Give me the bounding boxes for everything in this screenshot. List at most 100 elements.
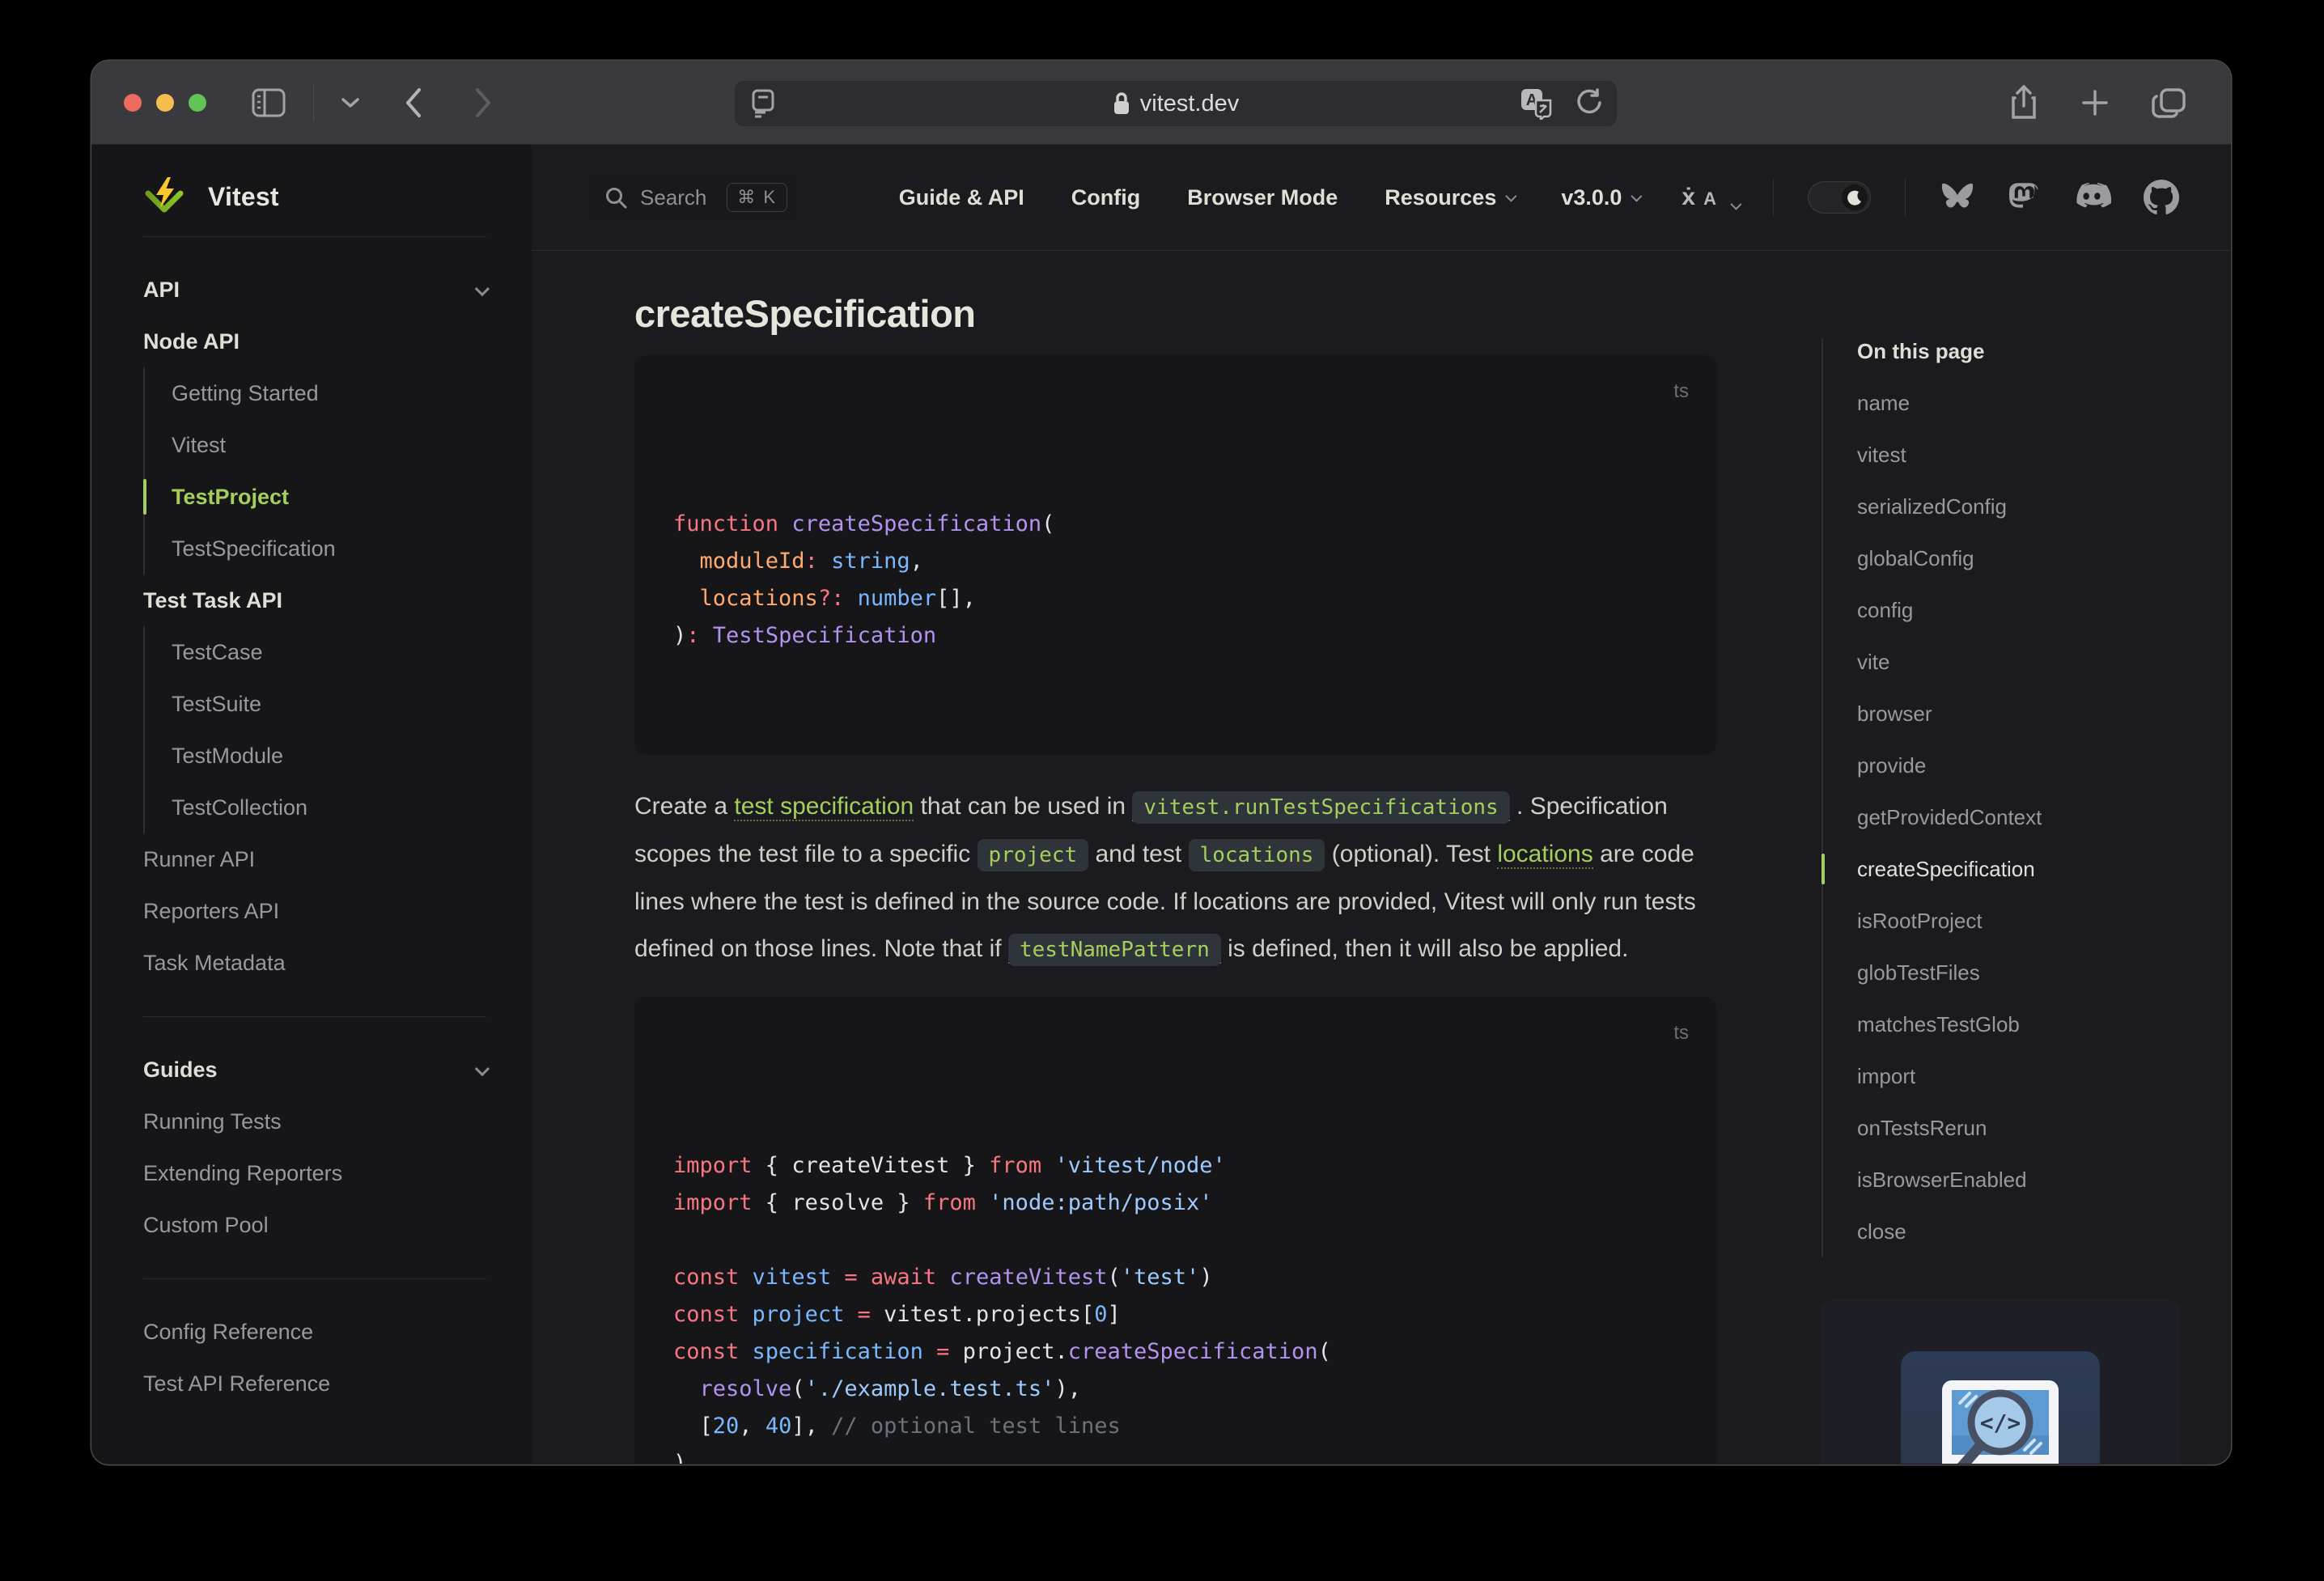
reader-view-icon[interactable] (751, 89, 775, 118)
code-block-signature: ts function createSpecification( moduleI… (634, 355, 1716, 755)
on-this-page-outline: On this page name vitest serializedConfig g… (1821, 251, 2179, 1464)
nav-link-config[interactable]: Config (1071, 185, 1140, 210)
browser-window: vitest.dev A Vitest API Node API Getting… (91, 61, 2231, 1464)
outline-item-isrootproject[interactable]: isRootProject (1857, 895, 2179, 947)
outline-item-ontestsrerun[interactable]: onTestsRerun (1857, 1102, 2179, 1154)
outline-item-import[interactable]: import (1857, 1050, 2179, 1102)
nav-link-browser-mode[interactable]: Browser Mode (1187, 185, 1338, 210)
reload-icon[interactable] (1573, 88, 1602, 119)
search-button[interactable]: Search ⌘ K (588, 173, 797, 222)
zoom-window-button[interactable] (189, 93, 206, 112)
new-tab-icon[interactable] (2080, 88, 2110, 117)
sidebar: Vitest API Node API Getting Started Vitest T… (91, 145, 532, 1464)
code-lang-badge: ts (1673, 1022, 1689, 1044)
outline-item-browser[interactable]: browser (1857, 688, 2179, 740)
moon-icon (1847, 190, 1861, 206)
vitest-logo[interactable]: Vitest (143, 172, 486, 221)
nav-link-resources[interactable]: Resources (1385, 185, 1517, 210)
outline-item-createspecification[interactable]: createSpecification (1821, 843, 2179, 895)
code-line: [20, 40], // optional test lines (673, 1414, 1121, 1439)
nav-link-label: Browser Mode (1187, 184, 1338, 210)
github-icon[interactable] (2144, 180, 2179, 215)
sidebar-item-test-task-api[interactable]: Test Task API (143, 574, 486, 626)
sidebar-item-testcollection[interactable]: TestCollection (172, 782, 486, 833)
sponsor-ad-card[interactable]: </> (1821, 1299, 2179, 1464)
sidebar-menu-chevron-icon[interactable] (341, 97, 359, 108)
translate-icon[interactable]: A (1520, 87, 1554, 120)
chevron-down-icon (1505, 190, 1517, 202)
outline-item-matchestestglob[interactable]: matchesTestGlob (1857, 998, 2179, 1050)
sidebar-item-reporters-api[interactable]: Reporters API (143, 885, 486, 937)
outline-item-getprovidedcontext[interactable]: getProvidedContext (1857, 791, 2179, 843)
sidebar-item-testmodule[interactable]: TestModule (172, 730, 486, 782)
sidebar-nav: API Node API Getting Started Vitest TestProj… (143, 264, 490, 1409)
chevron-down-icon (474, 281, 490, 296)
outline-item-config[interactable]: config (1857, 584, 2179, 636)
mastodon-icon[interactable] (2008, 180, 2040, 214)
outline-item-globalconfig[interactable]: globalConfig (1857, 532, 2179, 584)
outline-item-close[interactable]: close (1857, 1206, 2179, 1257)
nav-link-guide-api[interactable]: Guide & API (899, 185, 1024, 210)
sidebar-item-testcase[interactable]: TestCase (172, 626, 486, 678)
outline-item-vitest[interactable]: vitest (1857, 429, 2179, 481)
sidebar-item-task-metadata[interactable]: Task Metadata (143, 937, 486, 989)
sidebar-item-vitest[interactable]: Vitest (172, 419, 486, 471)
sidebar-item-running-tests[interactable]: Running Tests (143, 1096, 486, 1147)
inline-code-link-testnamepattern[interactable]: testNamePattern (1007, 934, 1221, 966)
share-icon[interactable] (2009, 84, 2038, 121)
sidebar-toggle-icon[interactable] (252, 88, 286, 117)
forward-button-icon[interactable] (474, 87, 492, 118)
outline-item-isbrowserenabled[interactable]: isBrowserEnabled (1857, 1154, 2179, 1206)
discord-icon[interactable] (2072, 182, 2111, 213)
code-line: resolve('./example.test.ts'), (699, 1376, 1081, 1401)
sidebar-item-config-reference[interactable]: Config Reference (143, 1306, 486, 1358)
page-title: createSpecification (634, 292, 976, 335)
titlebar: vitest.dev A (91, 61, 2231, 145)
inline-code-link-vitest-runtestspecifications[interactable]: vitest.runTestSpecifications (1132, 791, 1510, 824)
sidebar-item-getting-started[interactable]: Getting Started (172, 367, 486, 419)
sidebar-item-testproject[interactable]: TestProject (143, 471, 486, 523)
code-line: ): TestSpecification (673, 623, 937, 648)
titlebar-divider (313, 84, 314, 121)
nav-link-v3-0-0[interactable]: v3.0.0 (1561, 185, 1643, 210)
sidebar-item-testsuite[interactable]: TestSuite (172, 678, 486, 730)
sidebar-group-guides[interactable]: Guides (143, 1044, 490, 1096)
theme-toggle[interactable] (1808, 181, 1871, 214)
sidebar-item-test-api-reference[interactable]: Test API Reference (143, 1358, 486, 1409)
back-button-icon[interactable] (405, 87, 422, 118)
sidebar-item-runner-api[interactable]: Runner API (143, 833, 486, 885)
sidebar-item-testspecification[interactable]: TestSpecification (172, 523, 486, 574)
sidebar-item-extending-reporters[interactable]: Extending Reporters (143, 1147, 486, 1199)
tab-overview-icon[interactable] (2152, 87, 2187, 119)
inline-code: vitest.runTestSpecifications (1132, 791, 1510, 824)
doc-link-locations[interactable]: locations (1497, 841, 1593, 869)
sidebar-group-api[interactable]: API (143, 264, 490, 316)
lock-icon (1113, 92, 1129, 114)
outline-item-vite[interactable]: vite (1857, 636, 2179, 688)
vitest-logo-icon (145, 177, 184, 213)
minimize-window-button[interactable] (156, 93, 174, 112)
sidebar-divider (143, 1016, 486, 1017)
close-window-button[interactable] (124, 93, 142, 112)
sidebar-item-node-api[interactable]: Node API (143, 316, 486, 367)
outline-item-serializedconfig[interactable]: serializedConfig (1857, 481, 2179, 532)
nav-link-label: Guide & API (898, 184, 1024, 210)
text-run: is defined, then it will also be applied… (1220, 935, 1629, 962)
outline-item-name[interactable]: name (1857, 377, 2179, 429)
sidebar-group-label: Guides (143, 1057, 218, 1082)
code-line: locations?: number[], (699, 586, 976, 611)
code-line: const specification = project.createSpec… (673, 1339, 1331, 1364)
sidebar-nested-list: TestCase TestSuite TestModule TestCollectio… (143, 626, 486, 833)
doc-link-test-specification[interactable]: test specification (734, 793, 914, 821)
outline-item-provide[interactable]: provide (1857, 740, 2179, 791)
outline-item-globtestfiles[interactable]: globTestFiles (1857, 947, 2179, 998)
address-bar[interactable]: vitest.dev A (734, 80, 1618, 127)
chevron-down-icon (1631, 190, 1643, 202)
window-controls (124, 93, 206, 112)
text-run: that can be used in (914, 793, 1133, 820)
search-placeholder: Search (640, 184, 707, 210)
text-run: and test (1088, 841, 1189, 867)
language-menu[interactable]: ẋA (1682, 185, 1742, 210)
bluesky-icon[interactable] (1940, 181, 1975, 214)
sidebar-item-custom-pool[interactable]: Custom Pool (143, 1199, 486, 1251)
